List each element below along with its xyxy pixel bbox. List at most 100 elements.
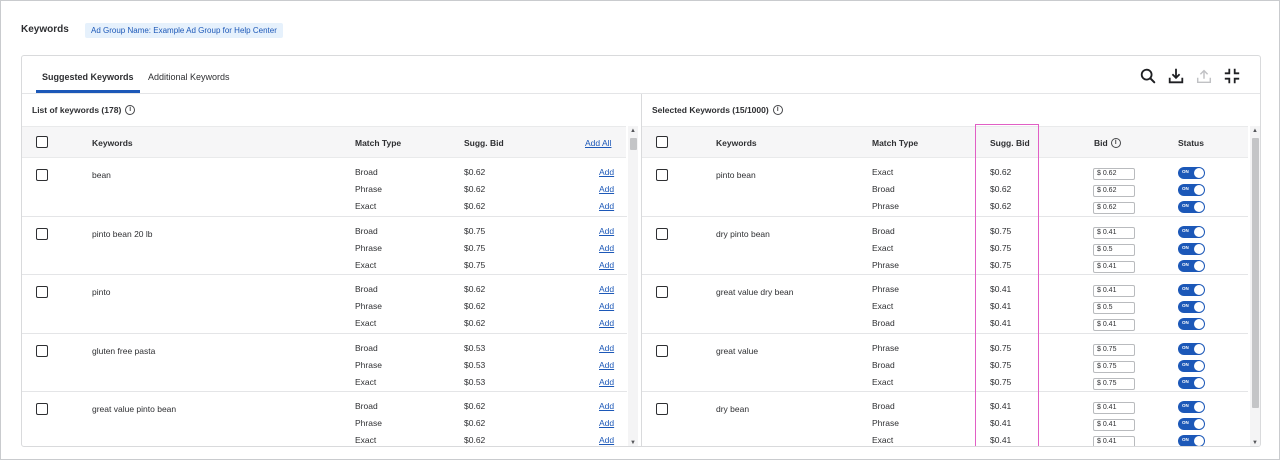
- bid-input[interactable]: $ 0.41: [1093, 226, 1135, 239]
- bid-input[interactable]: $ 0.41: [1093, 436, 1135, 446]
- info-icon[interactable]: i: [125, 105, 136, 115]
- status-toggle[interactable]: ON: [1178, 435, 1205, 446]
- scroll-down-arrow[interactable]: ▼: [1250, 438, 1260, 446]
- add-link[interactable]: Add: [599, 226, 614, 236]
- bid-input[interactable]: $ 0.75: [1093, 377, 1135, 390]
- column-header-match-type[interactable]: Match Type: [355, 138, 401, 148]
- select-all-checkbox[interactable]: [36, 136, 48, 148]
- keyword-group: bean Broad $0.62 Add Phrase $0.62 Add Exact $0.6…: [22, 158, 627, 217]
- scroll-thumb[interactable]: [1252, 138, 1259, 408]
- selected-keyword-checkbox[interactable]: [656, 403, 668, 415]
- add-link[interactable]: Add: [599, 260, 614, 270]
- select-all-checkbox[interactable]: [656, 136, 668, 148]
- bid-input[interactable]: $ 0.41: [1093, 285, 1135, 297]
- keyword-list-body: bean Broad $0.62 Add Phrase $0.62 Add Exact $0.6…: [22, 158, 627, 446]
- match-type: Broad: [872, 225, 895, 236]
- selected-keyword-checkbox[interactable]: [656, 227, 668, 240]
- column-header-match-type[interactable]: Match Type: [872, 138, 918, 148]
- status-toggle[interactable]: ON: [1178, 342, 1205, 355]
- status-toggle[interactable]: ON: [1178, 318, 1205, 330]
- bid-input[interactable]: $ 0.5: [1093, 243, 1135, 256]
- bid-input[interactable]: $ 0.62: [1093, 168, 1135, 180]
- column-header-sugg-bid[interactable]: Sugg. Bid: [990, 138, 1030, 148]
- add-link[interactable]: Add: [599, 401, 614, 411]
- bid-input[interactable]: $ 0.62: [1093, 185, 1135, 197]
- status-toggle[interactable]: ON: [1178, 167, 1205, 179]
- add-link[interactable]: Add: [599, 360, 614, 370]
- match-type: Broad: [355, 401, 378, 411]
- scroll-down-arrow[interactable]: ▼: [628, 438, 638, 446]
- add-link[interactable]: Add: [599, 243, 614, 253]
- selected-keyword-group: great value dry bean Phrase $0.41 $ 0.41 ON E…: [642, 275, 1248, 334]
- scroll-thumb[interactable]: [630, 138, 637, 150]
- status-toggle[interactable]: ON: [1178, 284, 1205, 296]
- sugg-bid: $0.75: [990, 259, 1012, 270]
- keyword-list-scrollbar[interactable]: ▲ ▼: [628, 126, 638, 446]
- bid-input[interactable]: $ 0.75: [1093, 360, 1135, 373]
- status-toggle[interactable]: ON: [1178, 376, 1205, 389]
- bid-input[interactable]: $ 0.41: [1093, 402, 1135, 414]
- bid-input[interactable]: $ 0.5: [1093, 302, 1135, 314]
- info-icon[interactable]: i: [1110, 138, 1121, 148]
- sugg-bid: $0.62: [464, 435, 486, 445]
- keyword-text: gluten free pasta: [92, 345, 156, 356]
- add-all-link[interactable]: Add All: [585, 138, 611, 148]
- keyword-checkbox[interactable]: [36, 227, 48, 240]
- toggle-label: ON: [1182, 186, 1189, 191]
- selected-keyword-checkbox[interactable]: [656, 344, 668, 357]
- upload-icon[interactable]: [1194, 66, 1214, 86]
- tab-bar: Suggested Keywords Additional Keywords: [22, 56, 1260, 94]
- column-header-keywords[interactable]: Keywords: [716, 138, 757, 148]
- column-header-bid[interactable]: Bid i: [1094, 138, 1121, 148]
- toggle-knob: [1194, 436, 1204, 446]
- toggle-label: ON: [1182, 378, 1189, 384]
- bid-input[interactable]: $ 0.62: [1093, 202, 1135, 214]
- match-type: Phrase: [872, 418, 899, 428]
- add-link[interactable]: Add: [599, 167, 614, 177]
- tab-suggested-keywords[interactable]: Suggested Keywords: [42, 72, 134, 82]
- add-link[interactable]: Add: [599, 435, 614, 445]
- keyword-checkbox[interactable]: [36, 169, 48, 181]
- add-link[interactable]: Add: [599, 377, 614, 387]
- toggle-knob: [1194, 343, 1204, 354]
- add-link[interactable]: Add: [599, 201, 614, 211]
- bid-input[interactable]: $ 0.41: [1093, 260, 1135, 273]
- bid-input[interactable]: $ 0.75: [1093, 343, 1135, 356]
- selected-keyword-checkbox[interactable]: [656, 169, 668, 181]
- download-icon[interactable]: [1166, 66, 1186, 86]
- match-type: Exact: [355, 259, 377, 270]
- tab-additional-keywords[interactable]: Additional Keywords: [148, 72, 230, 82]
- status-toggle[interactable]: ON: [1178, 201, 1205, 213]
- keyword-text: pinto bean 20 lb: [92, 228, 153, 239]
- scroll-up-arrow[interactable]: ▲: [628, 126, 638, 136]
- add-link[interactable]: Add: [599, 418, 614, 428]
- add-link[interactable]: Add: [599, 301, 614, 311]
- status-toggle[interactable]: ON: [1178, 359, 1205, 372]
- add-link[interactable]: Add: [599, 284, 614, 294]
- status-toggle[interactable]: ON: [1178, 418, 1205, 430]
- selected-keyword-checkbox[interactable]: [656, 286, 668, 298]
- selected-keywords-scrollbar[interactable]: ▲ ▼: [1250, 126, 1260, 446]
- scroll-up-arrow[interactable]: ▲: [1250, 126, 1260, 136]
- match-type: Exact: [355, 318, 377, 328]
- status-toggle[interactable]: ON: [1178, 259, 1205, 272]
- column-header-sugg-bid[interactable]: Sugg. Bid: [464, 138, 504, 148]
- keyword-checkbox[interactable]: [36, 344, 48, 357]
- bid-input[interactable]: $ 0.41: [1093, 319, 1135, 331]
- keyword-checkbox[interactable]: [36, 403, 48, 415]
- add-link[interactable]: Add: [599, 318, 614, 328]
- status-toggle[interactable]: ON: [1178, 401, 1205, 413]
- collapse-icon[interactable]: [1222, 66, 1242, 86]
- column-header-keywords[interactable]: Keywords: [92, 138, 133, 148]
- status-toggle[interactable]: ON: [1178, 184, 1205, 196]
- status-toggle[interactable]: ON: [1178, 225, 1205, 238]
- search-icon[interactable]: [1138, 66, 1158, 86]
- status-toggle[interactable]: ON: [1178, 242, 1205, 255]
- add-link[interactable]: Add: [599, 184, 614, 194]
- bid-input[interactable]: $ 0.41: [1093, 419, 1135, 431]
- info-icon[interactable]: i: [772, 105, 783, 115]
- column-header-status[interactable]: Status: [1178, 138, 1204, 148]
- add-link[interactable]: Add: [599, 343, 614, 353]
- status-toggle[interactable]: ON: [1178, 301, 1205, 313]
- keyword-checkbox[interactable]: [36, 286, 48, 298]
